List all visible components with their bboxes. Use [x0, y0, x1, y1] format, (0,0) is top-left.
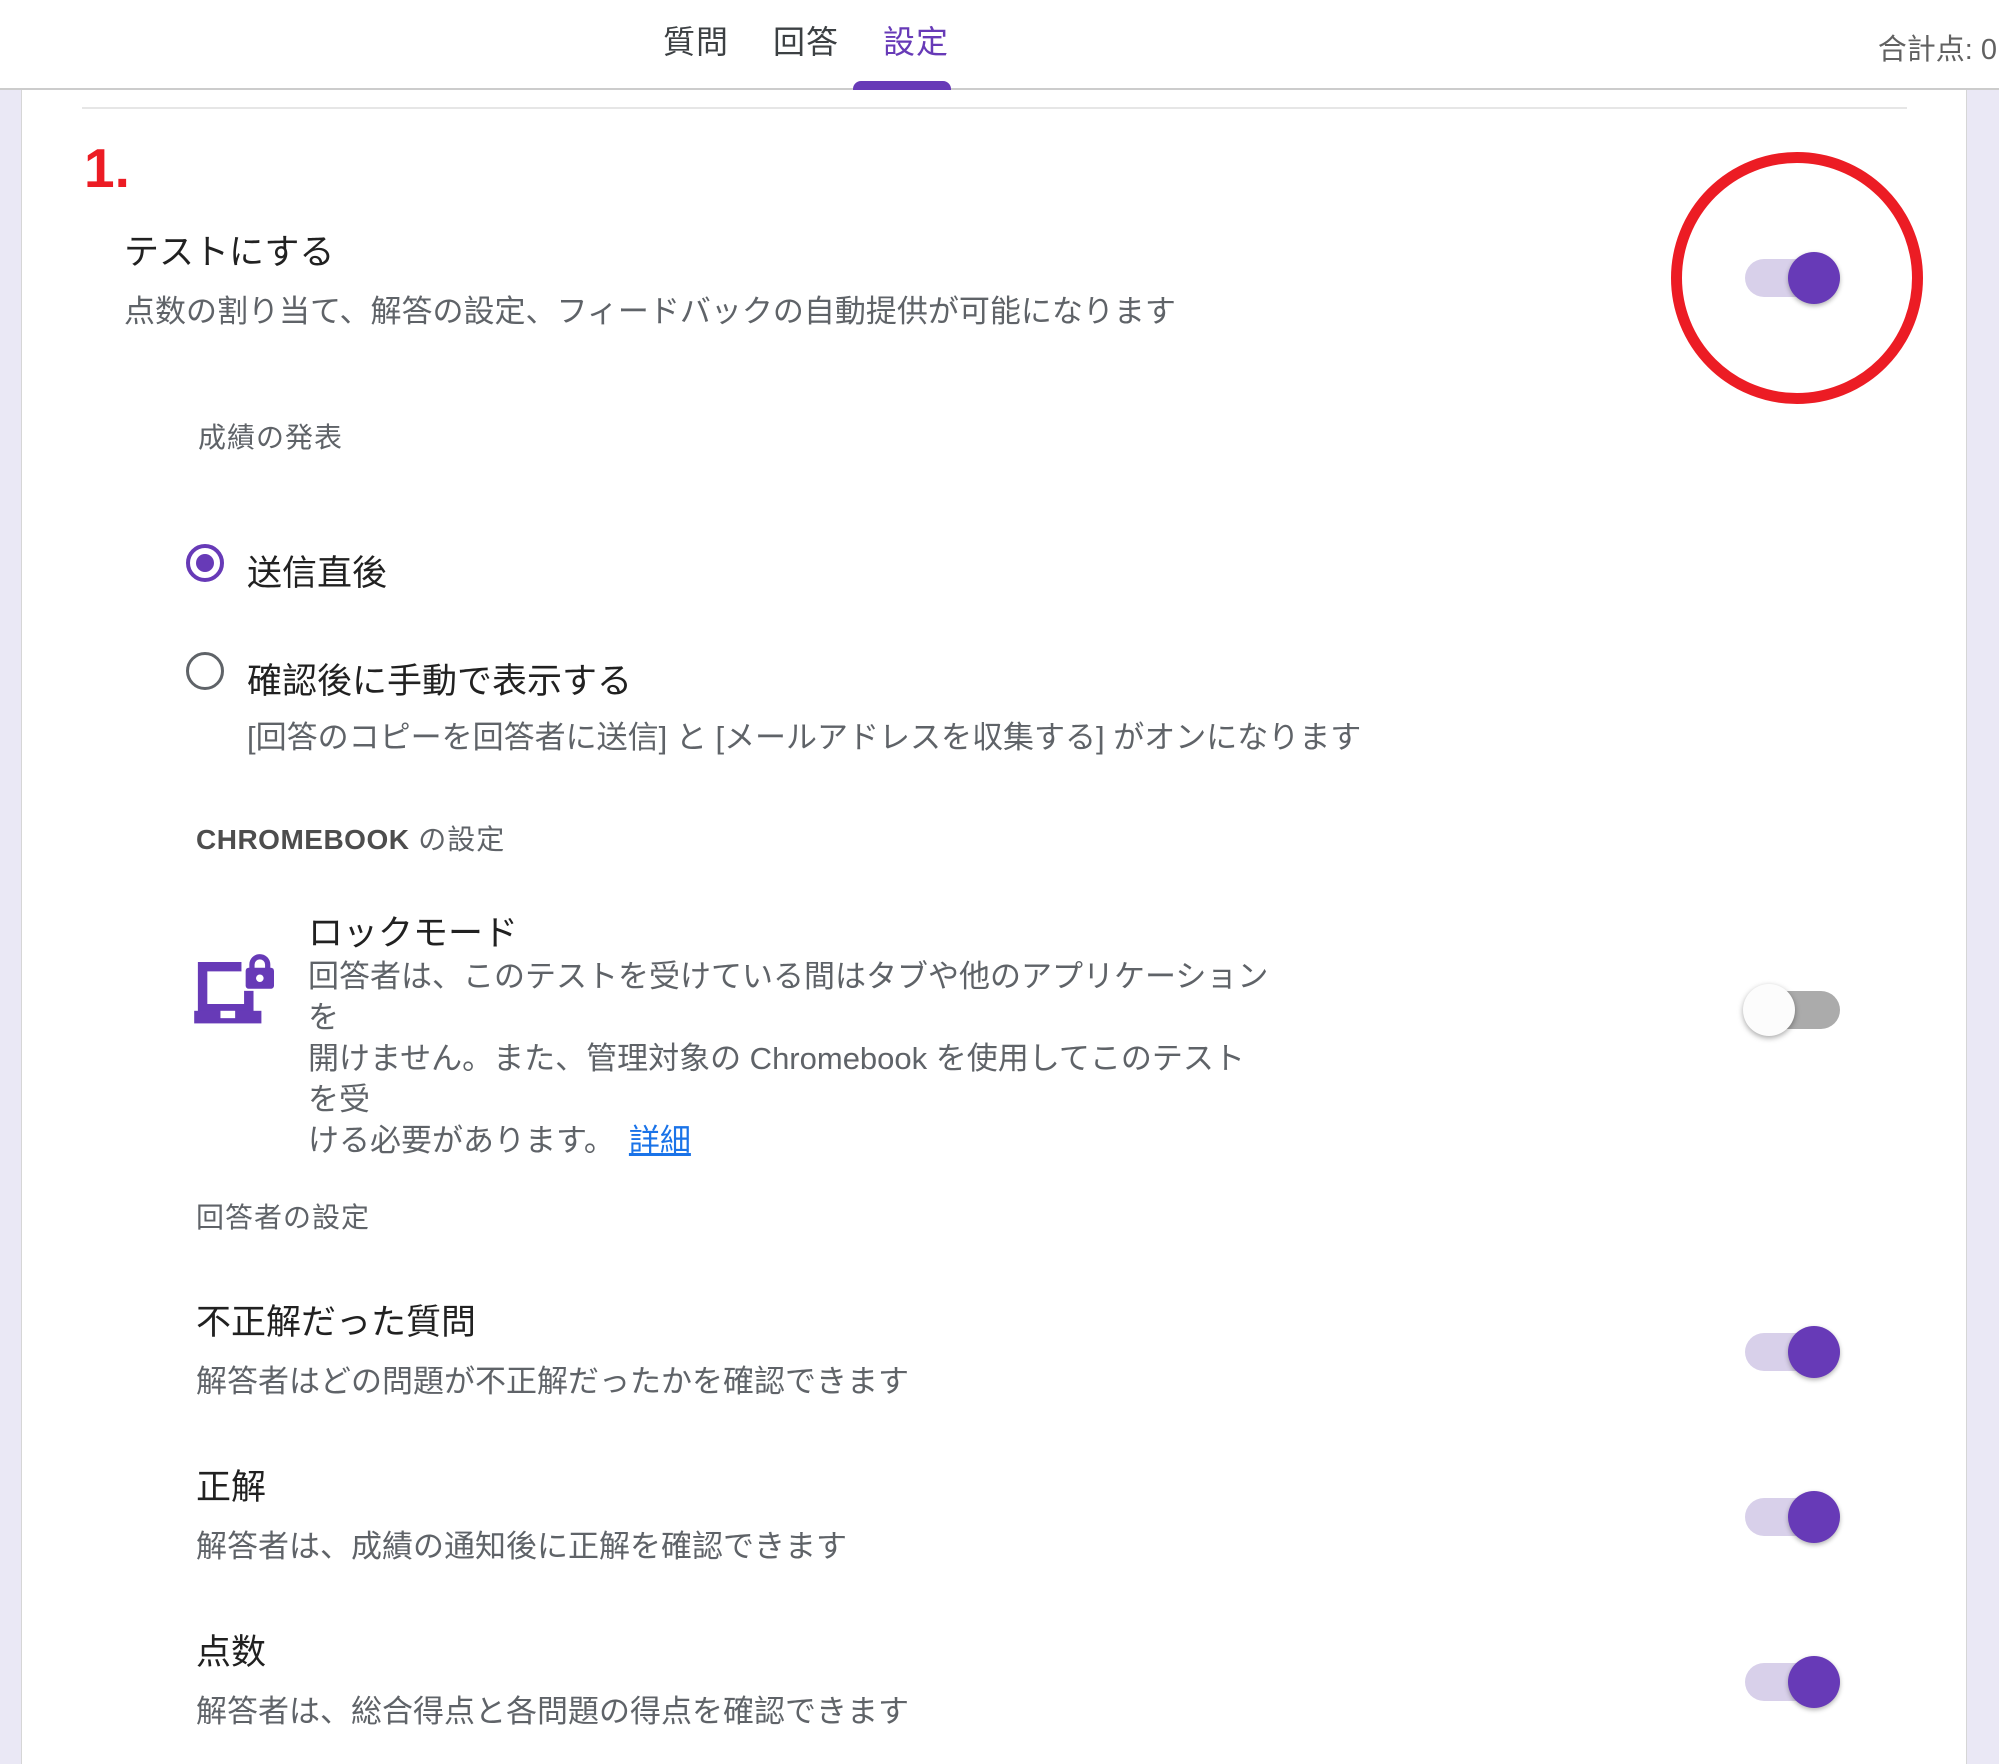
correct-answers-toggle[interactable] — [1745, 1491, 1840, 1543]
toggle-knob — [1743, 984, 1795, 1036]
locked-mode-learn-more-link[interactable]: 詳細 — [629, 1123, 691, 1158]
point-values-title: 点数 — [196, 1624, 266, 1675]
chromebook-section-label-bold: CHROMEBOOK — [196, 824, 409, 855]
correct-answers-description: 解答者は、成績の通知後に正解を確認できます — [196, 1521, 847, 1566]
point-values-toggle[interactable] — [1745, 1656, 1840, 1708]
toggle-knob — [1788, 1491, 1840, 1543]
point-values-description: 解答者は、総合得点と各問題の得点を確認できます — [196, 1686, 909, 1731]
correct-answers-title: 正解 — [196, 1459, 266, 1510]
radio-later-label[interactable]: 確認後に手動で表示する — [247, 653, 632, 704]
form-header: 質問 回答 設定 合計点: 0 — [0, 0, 1999, 90]
locked-mode-description-line3: ける必要があります。 — [308, 1123, 615, 1158]
respondent-section-label: 回答者の設定 — [196, 1196, 370, 1236]
missed-questions-description: 解答者はどの問題が不正解だったかを確認できます — [196, 1356, 909, 1401]
tab-settings[interactable]: 設定 — [883, 20, 949, 64]
locked-mode-description: 回答者は、このテストを受けている間はタブや他のアプリケーションを 開けません。ま… — [308, 956, 1273, 1161]
chromebook-section-label-rest: の設定 — [409, 824, 505, 855]
missed-questions-toggle[interactable] — [1745, 1326, 1840, 1378]
tab-questions[interactable]: 質問 — [663, 20, 729, 64]
grade-release-section-label: 成績の発表 — [198, 416, 343, 456]
form-tabs: 質問 回答 設定 — [663, 20, 949, 64]
radio-immediately-after-submission[interactable] — [186, 544, 224, 582]
radio-later-description: [回答のコピーを回答者に送信] と [メールアドレスを収集する] がオンになりま… — [247, 712, 1361, 757]
toggle-knob — [1788, 252, 1840, 304]
locked-mode-title: ロックモード — [308, 905, 518, 956]
tab-responses[interactable]: 回答 — [773, 20, 839, 64]
radio-immediately-label[interactable]: 送信直後 — [247, 545, 387, 596]
toggle-knob — [1788, 1656, 1840, 1708]
chromebook-section-label: CHROMEBOOK の設定 — [196, 818, 505, 858]
settings-content: 1. テストにする 点数の割り当て、解答の設定、フィードバックの自動提供が可能に… — [0, 0, 1999, 1764]
locked-mode-description-line1: 回答者は、このテストを受けている間はタブや他のアプリケーションを — [308, 956, 1273, 1038]
annotation-step-number: 1. — [84, 136, 130, 200]
google-forms-quiz-settings-page: 質問 回答 設定 合計点: 0 1. テストにする 点数の割り当て、解答の設定、… — [0, 0, 1999, 1764]
radio-later-after-review[interactable] — [186, 652, 224, 690]
toggle-knob — [1788, 1326, 1840, 1378]
total-points-label: 合計点: 0 — [1878, 26, 1997, 68]
missed-questions-title: 不正解だった質問 — [196, 1294, 476, 1345]
laptop-lock-icon — [190, 950, 274, 1038]
quiz-mode-toggle[interactable] — [1745, 252, 1840, 304]
quiz-mode-title: テストにする — [124, 224, 334, 275]
locked-mode-toggle[interactable] — [1745, 984, 1840, 1036]
active-tab-indicator — [853, 81, 951, 90]
locked-mode-description-line2: 開けません。また、管理対象の Chromebook を使用してこのテストを受 — [308, 1038, 1273, 1120]
quiz-mode-description: 点数の割り当て、解答の設定、フィードバックの自動提供が可能になります — [124, 286, 1176, 331]
